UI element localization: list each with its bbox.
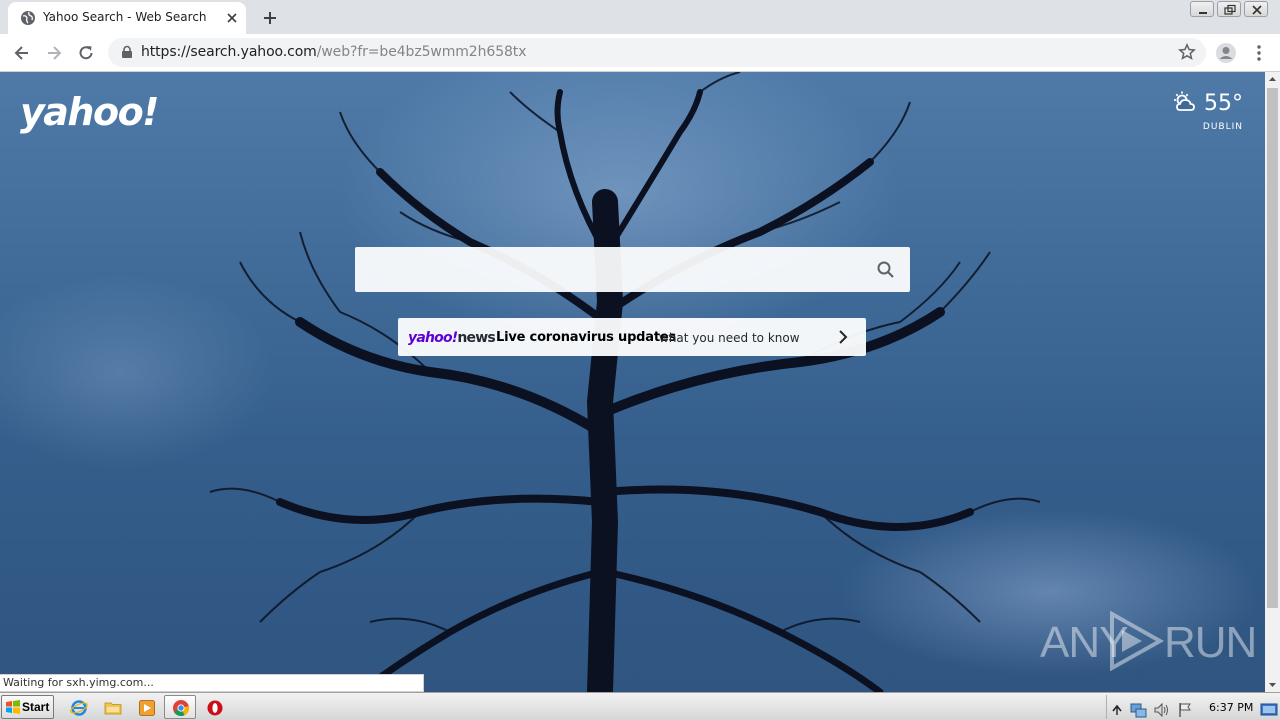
news-banner[interactable]: yahoo!news Live coronavirus updates what…	[398, 318, 866, 356]
partly-cloudy-icon	[1174, 91, 1195, 111]
volume-icon[interactable]	[1153, 701, 1171, 719]
news-subtext: what you need to know	[659, 331, 800, 345]
chrome-taskbar-button[interactable]	[164, 695, 196, 719]
tree-background-image	[209, 72, 1041, 692]
search-box	[355, 247, 910, 292]
scrollbar-thumb[interactable]	[1267, 88, 1278, 608]
address-bar[interactable]: https://search.yahoo.com/web?fr=be4bz5wm…	[108, 38, 1206, 67]
search-input[interactable]	[355, 247, 855, 292]
profile-avatar-icon[interactable]	[1215, 42, 1237, 64]
close-tab-icon[interactable]	[224, 10, 240, 26]
tab-title: Yahoo Search - Web Search	[43, 10, 207, 24]
news-brand-yahoo: yahoo!	[408, 330, 458, 346]
bookmark-star-icon[interactable]	[1178, 43, 1196, 61]
window-controls	[1190, 1, 1268, 19]
system-tray	[1106, 695, 1280, 719]
chrome-icon	[173, 700, 190, 717]
browser-tab[interactable]: Yahoo Search - Web Search	[8, 2, 246, 34]
windows-logo-icon	[6, 700, 20, 714]
internet-explorer-icon[interactable]	[70, 699, 88, 717]
forward-arrow-icon[interactable]	[44, 43, 64, 63]
globe-icon	[21, 11, 35, 25]
show-desktop-icon[interactable]	[1260, 701, 1278, 719]
chevron-right-icon	[839, 330, 848, 344]
restore-button[interactable]	[1217, 1, 1241, 17]
minimize-icon	[1199, 12, 1207, 14]
windows-taskbar: Start 6:37 PM	[0, 692, 1280, 720]
tab-strip: Yahoo Search - Web Search	[0, 0, 1280, 34]
taskbar-clock[interactable]: 6:37 PM	[1209, 701, 1253, 714]
yahoo-news-logo: yahoo!news	[408, 330, 496, 346]
page-viewport: yahoo! 55° DUBLIN yahoo!news Live corona…	[0, 72, 1265, 692]
browser-toolbar: https://search.yahoo.com/web?fr=be4bz5wm…	[0, 34, 1280, 72]
close-window-button[interactable]	[1244, 1, 1268, 17]
minimize-button[interactable]	[1190, 1, 1214, 17]
url-host: https://search.yahoo.com	[141, 44, 317, 60]
status-bubble: Waiting for sxh.yimg.com...	[0, 674, 424, 692]
news-headline: Live coronavirus updates	[496, 330, 677, 345]
start-label: Start	[22, 700, 50, 714]
search-icon[interactable]	[876, 260, 896, 280]
url-path: /web?fr=be4bz5wmm2h658tx	[316, 44, 527, 60]
play-triangle-icon	[1110, 610, 1165, 672]
lock-icon[interactable]	[120, 45, 134, 59]
opera-icon[interactable]	[206, 699, 224, 717]
network-icon[interactable]	[1129, 701, 1147, 719]
anyrun-watermark: ANY RUN	[1040, 610, 1257, 672]
restore-icon	[1224, 4, 1236, 15]
file-explorer-icon[interactable]	[104, 699, 122, 717]
news-brand-news: news	[457, 330, 495, 346]
reload-icon[interactable]	[76, 43, 96, 63]
show-hidden-icons-icon[interactable]	[1110, 701, 1124, 719]
back-arrow-icon[interactable]	[12, 43, 32, 63]
weather-temperature: 55°	[1204, 90, 1243, 116]
media-player-icon[interactable]	[138, 699, 156, 717]
action-center-flag-icon[interactable]	[1177, 701, 1195, 719]
menu-kebab-icon[interactable]	[1249, 43, 1269, 63]
scroll-up-icon[interactable]	[1265, 72, 1280, 87]
close-icon	[1252, 5, 1262, 15]
weather-city: DUBLIN	[1202, 122, 1243, 132]
watermark-text-run: RUN	[1164, 618, 1257, 667]
yahoo-logo[interactable]: yahoo!	[20, 90, 160, 134]
new-tab-icon[interactable]	[260, 8, 280, 28]
start-button[interactable]: Start	[1, 695, 54, 719]
page-scrollbar[interactable]	[1265, 72, 1280, 692]
url-text[interactable]: https://search.yahoo.com/web?fr=be4bz5wm…	[141, 44, 526, 60]
weather-widget[interactable]: 55° DUBLIN	[1172, 90, 1243, 132]
scroll-down-icon[interactable]	[1265, 677, 1280, 692]
